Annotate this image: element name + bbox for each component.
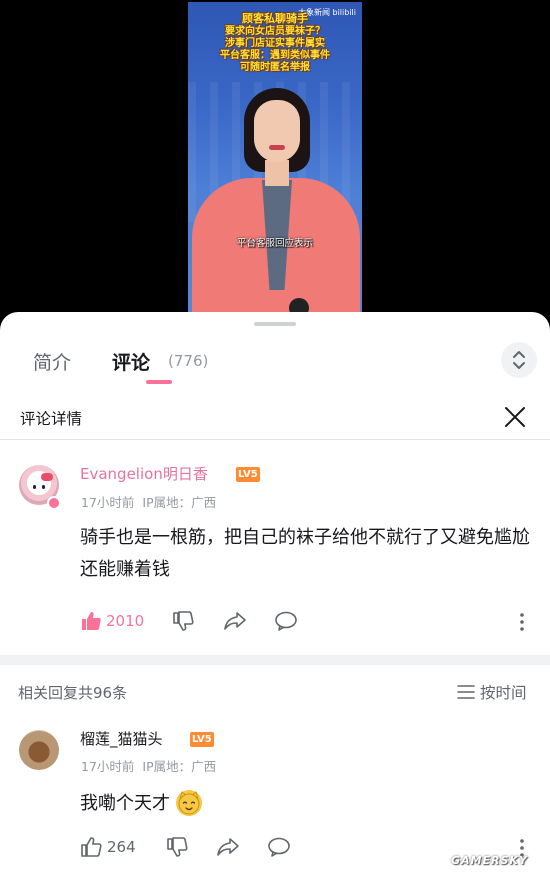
close-icon bbox=[505, 407, 525, 427]
like-button[interactable]: 264 bbox=[80, 836, 140, 860]
comment-time: 17小时前 bbox=[81, 495, 135, 510]
avatar-ribbon bbox=[41, 473, 53, 481]
reply-time: 17小时前 bbox=[81, 759, 135, 774]
share-button[interactable] bbox=[223, 610, 247, 634]
avatar-eye bbox=[42, 485, 45, 489]
news-anchor-face bbox=[254, 100, 300, 162]
sort-label: 按时间 bbox=[480, 684, 527, 702]
cat-face-emoji-icon bbox=[176, 790, 202, 816]
dislike-button[interactable] bbox=[166, 836, 190, 860]
tab-intro[interactable]: 简介 bbox=[33, 348, 71, 375]
sort-button[interactable]: 按时间 bbox=[456, 680, 536, 702]
chevron-up-down-icon bbox=[513, 351, 525, 369]
reply-username[interactable]: 榴莲_猫猫头 bbox=[80, 728, 163, 749]
close-button[interactable] bbox=[502, 404, 528, 430]
reply-meta: 17小时前 IP属地：广西 bbox=[81, 756, 216, 775]
more-menu-button[interactable] bbox=[519, 612, 525, 632]
vip-badge-icon bbox=[47, 496, 61, 510]
avatar-eye bbox=[33, 485, 36, 489]
comment-detail-header: 评论详情 bbox=[0, 396, 550, 440]
reply-button[interactable] bbox=[267, 836, 291, 860]
share-icon bbox=[217, 838, 239, 856]
video-headline: 顾客私聊骑手 要求向女店员要袜子？ 涉事门店证实事件属实 平台客服：遇到类似事件… bbox=[208, 12, 342, 74]
cat-face-icon bbox=[178, 791, 200, 815]
comment-text: 骑手也是一根筋，把自己的袜子给他不就行了又避免尴尬还能赚着钱 bbox=[80, 527, 530, 580]
tab-active-indicator bbox=[146, 380, 172, 384]
video-subtitle: 平台客服回应表示 bbox=[236, 238, 313, 249]
tab-bar: 简介 评论 (776) bbox=[0, 340, 550, 390]
speech-bubble-icon bbox=[268, 837, 290, 857]
thumbs-up-icon bbox=[82, 612, 101, 630]
level-badge: LV5 bbox=[190, 732, 214, 747]
like-button[interactable]: 2010 bbox=[80, 610, 150, 634]
like-count: 264 bbox=[107, 838, 136, 856]
news-anchor-neck bbox=[265, 160, 289, 186]
headline-line: 涉事门店证实事件属实 bbox=[225, 37, 325, 49]
level-badge: LV5 bbox=[236, 467, 260, 482]
expand-button[interactable] bbox=[501, 342, 537, 378]
reply-text: 我嘞个天才 bbox=[80, 793, 170, 814]
headline-line: 顾客私聊骑手 bbox=[242, 12, 308, 25]
thumbs-down-icon bbox=[167, 837, 188, 857]
video-frame: 大象新闻 bilibili 顾客私聊骑手 要求向女店员要袜子？ 涉事门店证实事件… bbox=[188, 2, 362, 312]
headline-line: 可随时匿名举报 bbox=[240, 61, 310, 73]
replies-header: 相关回复共96条 按时间 bbox=[0, 674, 550, 708]
share-icon bbox=[224, 612, 246, 630]
comment-panel: 简介 评论 (776) 评论详情 Evangelion明日香 LV5 17小时前… bbox=[0, 312, 550, 874]
headline-line: 要求向女店员要袜子？ bbox=[225, 25, 325, 37]
comment-detail-title: 评论详情 bbox=[20, 410, 83, 428]
tab-comments[interactable]: 评论 bbox=[112, 348, 150, 375]
sort-lines-icon bbox=[457, 685, 475, 699]
avatar[interactable] bbox=[19, 730, 59, 770]
site-watermark: GAMERSKY bbox=[451, 854, 528, 867]
drag-handle[interactable] bbox=[254, 322, 296, 326]
microphone bbox=[289, 298, 309, 312]
video-player[interactable]: 大象新闻 bilibili 顾客私聊骑手 要求向女店员要袜子？ 涉事门店证实事件… bbox=[0, 0, 550, 316]
thumbs-down-icon bbox=[173, 611, 194, 631]
thumbs-up-icon bbox=[81, 837, 102, 857]
section-divider bbox=[0, 655, 550, 665]
comment-username[interactable]: Evangelion明日香 bbox=[80, 463, 208, 484]
share-button[interactable] bbox=[216, 836, 240, 860]
comment-ip-location: IP属地：广西 bbox=[142, 495, 217, 510]
comment-meta: 17小时前 IP属地：广西 bbox=[81, 492, 216, 511]
speech-bubble-icon bbox=[275, 611, 297, 631]
comment-count: (776) bbox=[168, 352, 209, 370]
more-vertical-icon bbox=[520, 613, 524, 631]
reply-button[interactable] bbox=[274, 610, 298, 634]
like-count: 2010 bbox=[106, 612, 145, 630]
reply-ip-location: IP属地：广西 bbox=[142, 759, 217, 774]
news-anchor-lips bbox=[269, 145, 285, 150]
headline-line: 平台客服：遇到类似事件 bbox=[220, 49, 330, 61]
dislike-button[interactable] bbox=[172, 610, 196, 634]
replies-count: 相关回复共96条 bbox=[18, 684, 128, 702]
